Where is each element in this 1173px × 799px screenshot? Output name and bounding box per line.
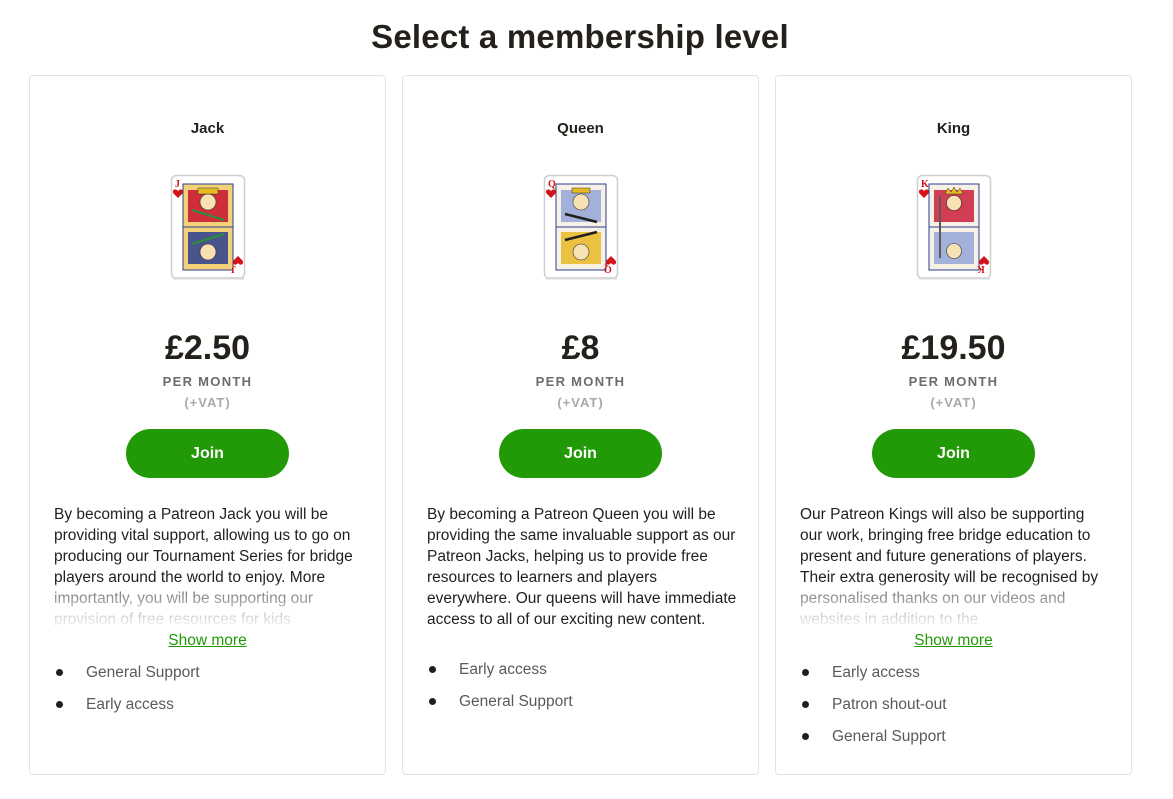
benefits-list: Early access General Support (427, 659, 573, 723)
benefit-label: Early access (459, 661, 547, 678)
benefit-label: General Support (459, 693, 573, 710)
bullet-dot (56, 669, 63, 676)
svg-text:J: J (175, 179, 180, 190)
tier-card-queen: Queen Q Q £8 PER MONTH (+VAT) Join By be… (402, 75, 759, 775)
tier-description-container: Our Patreon Kings will also be supportin… (800, 504, 1110, 626)
svg-text:Q: Q (604, 263, 612, 274)
price-period: PER MONTH (535, 374, 626, 389)
benefit-label: Early access (832, 664, 920, 681)
vat-note: (+VAT) (184, 395, 231, 410)
tier-card-jack: Jack J J £2.50 PER MONTH (+VAT) Join By … (29, 75, 386, 775)
benefit-item: Early access (427, 659, 573, 691)
benefits-list: General Support Early access (54, 662, 200, 726)
tier-name: Queen (557, 120, 604, 137)
benefit-item: Early access (54, 694, 200, 726)
tier-name: Jack (190, 120, 225, 137)
join-button-jack[interactable]: Join (126, 429, 289, 478)
benefit-item: Early access (800, 662, 947, 694)
price-period: PER MONTH (162, 374, 253, 389)
bullet-dot (429, 698, 436, 705)
vat-note: (+VAT) (557, 395, 604, 410)
bullet-dot (429, 666, 436, 673)
show-more-link[interactable]: Show more (776, 632, 1131, 650)
svg-text:K: K (921, 179, 929, 190)
tier-description-container: By becoming a Patreon Queen you will be … (427, 504, 737, 630)
tier-price: £19.50 (901, 329, 1006, 367)
svg-text:K: K (977, 263, 985, 274)
benefit-item: General Support (54, 662, 200, 694)
benefit-label: Patron shout-out (832, 696, 947, 713)
tier-description: By becoming a Patreon Jack you will be p… (54, 506, 353, 626)
benefit-item: Patron shout-out (800, 694, 947, 726)
price-period: PER MONTH (908, 374, 999, 389)
benefits-list: Early access Patron shout-out General Su… (800, 662, 947, 758)
bullet-dot (802, 669, 809, 676)
vat-note: (+VAT) (930, 395, 977, 410)
jack-of-hearts-card-icon: J J (170, 174, 246, 280)
tier-description-container: By becoming a Patreon Jack you will be p… (54, 504, 364, 626)
tier-name: King (936, 120, 971, 137)
bullet-dot (802, 733, 809, 740)
join-button-queen[interactable]: Join (499, 429, 662, 478)
benefit-label: General Support (86, 664, 200, 681)
king-of-hearts-card-icon: K K (916, 174, 992, 280)
tier-description: By becoming a Patreon Queen you will be … (427, 506, 737, 628)
tier-description: Our Patreon Kings will also be supportin… (800, 506, 1099, 626)
benefit-item: General Support (800, 726, 947, 758)
join-button-king[interactable]: Join (872, 429, 1035, 478)
bullet-dot (802, 701, 809, 708)
benefit-label: General Support (832, 728, 946, 745)
show-more-link[interactable]: Show more (30, 632, 385, 650)
tier-price: £2.50 (164, 329, 251, 367)
benefit-label: Early access (86, 696, 174, 713)
page-title: Select a membership level (371, 18, 789, 55)
benefit-item: General Support (427, 691, 573, 723)
tier-price: £8 (561, 329, 600, 367)
tier-card-king: King K K £19.50 PER MONTH (+VAT) Join Ou… (775, 75, 1132, 775)
svg-text:Q: Q (548, 179, 556, 190)
queen-of-hearts-card-icon: Q Q (543, 174, 619, 280)
bullet-dot (56, 701, 63, 708)
